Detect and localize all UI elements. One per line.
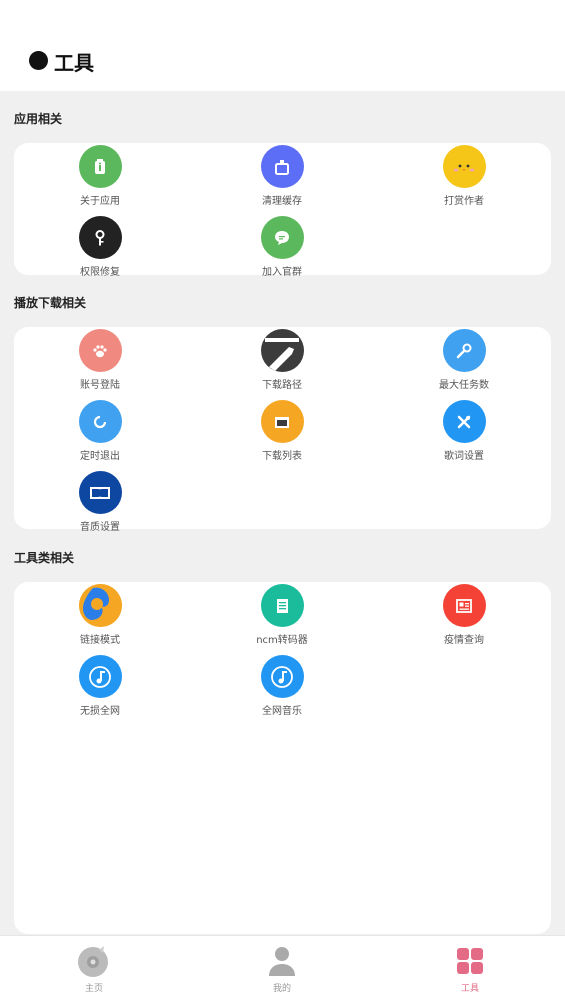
tool-label: 下载列表 bbox=[262, 451, 302, 462]
bottom-tab-bar: 主页 我的 工具 bbox=[0, 935, 565, 1004]
section-card-tools: 链接模式 ncm转码器 疫情查询 无损全网 全网音乐 bbox=[14, 582, 551, 934]
paw-icon bbox=[78, 329, 122, 372]
tool-lossless-all[interactable]: 无损全网 bbox=[40, 655, 160, 717]
tool-label: ncm转码器 bbox=[256, 635, 308, 646]
tool-label: 歌词设置 bbox=[444, 451, 484, 462]
tool-lyrics-settings[interactable]: 歌词设置 bbox=[404, 400, 524, 462]
section-card-playback: 账号登陆 下载路径 最大任务数 定时退出 下载列表 歌词设置 音质设置 bbox=[14, 327, 551, 533]
tool-label: 全网音乐 bbox=[262, 706, 302, 717]
tool-label: 疫情查询 bbox=[444, 635, 484, 646]
section-title-playback: 播放下载相关 bbox=[14, 296, 87, 310]
tool-label: 权限修复 bbox=[80, 267, 120, 278]
tool-ncm-converter[interactable]: ncm转码器 bbox=[222, 584, 342, 646]
page-title: 工具 bbox=[54, 51, 94, 75]
tool-label: 链接模式 bbox=[80, 635, 120, 646]
section-title-tools: 工具类相关 bbox=[14, 551, 75, 565]
tool-quality-settings[interactable]: 音质设置 bbox=[40, 471, 160, 533]
title-dot-icon bbox=[29, 51, 48, 70]
folder-wrench-icon bbox=[260, 329, 304, 372]
wrench-icon bbox=[442, 329, 486, 372]
tool-label: 清理缓存 bbox=[262, 196, 302, 207]
tool-account-login[interactable]: 账号登陆 bbox=[40, 329, 160, 391]
newspaper-icon bbox=[442, 584, 486, 627]
user-icon bbox=[265, 944, 299, 978]
app-info-icon bbox=[78, 145, 122, 188]
firefox-icon bbox=[78, 584, 122, 627]
chat-bubble-icon bbox=[260, 216, 304, 259]
tab-mine[interactable]: 我的 bbox=[242, 944, 322, 994]
tab-label: 工具 bbox=[460, 984, 479, 994]
tool-label: 下载路径 bbox=[262, 380, 302, 391]
header: 工具 bbox=[0, 0, 565, 91]
tool-label: 关于应用 bbox=[80, 196, 120, 207]
document-icon bbox=[260, 584, 304, 627]
folder-icon bbox=[260, 400, 304, 443]
section-title-app: 应用相关 bbox=[14, 112, 63, 126]
tool-max-tasks[interactable]: 最大任务数 bbox=[404, 329, 524, 391]
dolby-icon bbox=[78, 471, 122, 514]
tool-about-app[interactable]: 关于应用 bbox=[40, 145, 160, 207]
tool-clean-cache[interactable]: 清理缓存 bbox=[222, 145, 342, 207]
disc-icon bbox=[77, 944, 111, 978]
tool-label: 定时退出 bbox=[80, 451, 120, 462]
tool-download-path[interactable]: 下载路径 bbox=[222, 329, 342, 391]
tool-all-music[interactable]: 全网音乐 bbox=[222, 655, 342, 717]
tool-permission-fix[interactable]: 权限修复 bbox=[40, 216, 160, 278]
music-note-icon bbox=[260, 655, 304, 698]
tool-label: 最大任务数 bbox=[439, 380, 489, 391]
tool-epidemic-query[interactable]: 疫情查询 bbox=[404, 584, 524, 646]
music-note-icon bbox=[78, 655, 122, 698]
tool-reward-author[interactable]: 打赏作者 bbox=[404, 145, 524, 207]
tool-join-group[interactable]: 加入官群 bbox=[222, 216, 342, 278]
clean-cache-icon bbox=[260, 145, 304, 188]
tools-icon bbox=[442, 400, 486, 443]
tool-label: 无损全网 bbox=[80, 706, 120, 717]
tab-home[interactable]: 主页 bbox=[54, 944, 134, 994]
tool-label: 音质设置 bbox=[80, 522, 120, 533]
refresh-icon bbox=[78, 400, 122, 443]
grid-icon bbox=[453, 944, 487, 978]
tool-link-mode[interactable]: 链接模式 bbox=[40, 584, 160, 646]
tab-label: 我的 bbox=[272, 984, 291, 994]
tool-download-list[interactable]: 下载列表 bbox=[222, 400, 342, 462]
tool-label: 账号登陆 bbox=[80, 380, 120, 391]
tab-tools[interactable]: 工具 bbox=[430, 944, 510, 994]
reward-chick-icon bbox=[442, 145, 486, 188]
key-icon bbox=[78, 216, 122, 259]
tool-label: 打赏作者 bbox=[444, 196, 484, 207]
tool-label: 加入官群 bbox=[262, 267, 302, 278]
section-card-app: 关于应用 清理缓存 打赏作者 权限修复 加入官群 bbox=[14, 143, 551, 278]
tool-timer-exit[interactable]: 定时退出 bbox=[40, 400, 160, 462]
tab-label: 主页 bbox=[84, 984, 103, 994]
